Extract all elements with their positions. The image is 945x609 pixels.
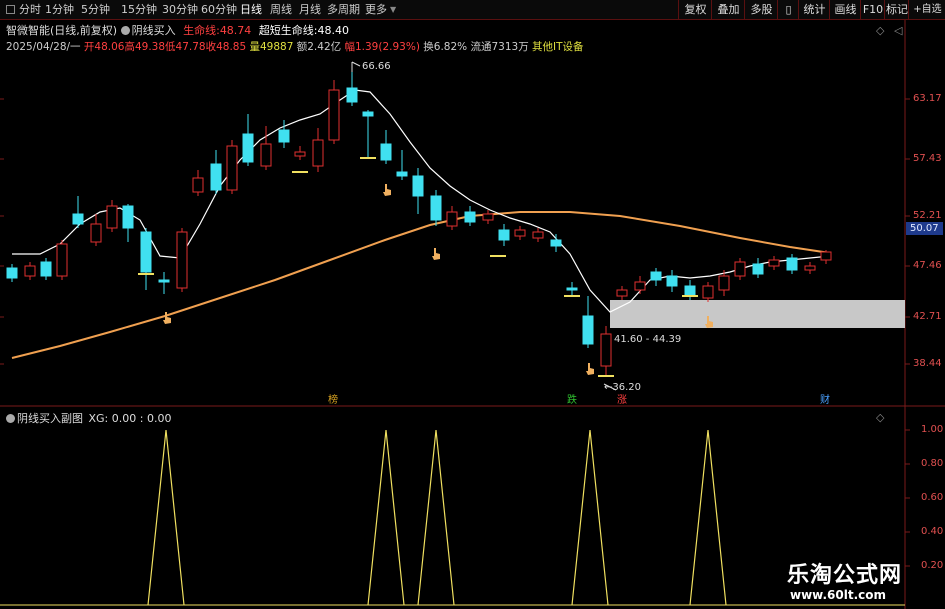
y-tick: 47.46 xyxy=(913,260,942,271)
candle-body[interactable] xyxy=(514,229,526,237)
candle-body[interactable] xyxy=(412,175,424,197)
hand-signal-icon xyxy=(432,248,440,260)
high-price-label: 66.66 xyxy=(362,61,391,72)
candlesticks xyxy=(6,70,832,377)
candle-body[interactable] xyxy=(616,289,628,297)
candle-body[interactable] xyxy=(362,111,374,117)
hand-signal-icon xyxy=(383,184,391,196)
sub-chart-header: 阴线买入副图 XG: 0.00 : 0.00 xyxy=(6,410,171,426)
sub-y-tick: 0.20 xyxy=(921,560,944,571)
xg-signal-spikes xyxy=(0,429,905,606)
xg-spike xyxy=(147,429,185,606)
candle-body[interactable] xyxy=(752,263,764,275)
candle-body[interactable] xyxy=(312,139,324,167)
candle-body[interactable] xyxy=(210,163,222,191)
watermark-url: www.60lt.com xyxy=(790,588,887,602)
event-marker-fall[interactable]: 跌 xyxy=(567,391,577,406)
hand-signal-icon xyxy=(163,312,171,324)
candle-body[interactable] xyxy=(346,87,358,103)
candle-body[interactable] xyxy=(684,285,696,297)
candle-body[interactable] xyxy=(176,231,188,289)
sub-y-tick: 0.80 xyxy=(921,458,944,469)
candle-body[interactable] xyxy=(820,251,832,261)
candle-body[interactable] xyxy=(122,205,134,229)
candle-body[interactable] xyxy=(328,89,340,141)
candle-body[interactable] xyxy=(702,285,714,299)
y-tick: 38.44 xyxy=(913,358,942,369)
candle-body[interactable] xyxy=(90,223,102,243)
event-marker-rise[interactable]: 涨 xyxy=(617,391,627,406)
candle-body[interactable] xyxy=(242,133,254,163)
xg-label: XG: 0.00 : 0.00 xyxy=(88,412,172,425)
candle-body[interactable] xyxy=(40,261,52,277)
candle-body[interactable] xyxy=(106,205,118,229)
candle-body[interactable] xyxy=(278,129,290,143)
candle-body[interactable] xyxy=(380,143,392,161)
candle-body[interactable] xyxy=(396,171,408,177)
y-tick: 63.17 xyxy=(913,93,942,104)
candle-body[interactable] xyxy=(294,151,306,157)
y-tick: 42.71 xyxy=(913,311,942,322)
watermark-title: 乐淘公式网 xyxy=(787,563,903,588)
hand-signal-icon xyxy=(705,316,713,328)
candle-body[interactable] xyxy=(498,229,510,241)
candle-body[interactable] xyxy=(804,265,816,271)
current-price-badge: 50.07 xyxy=(906,222,943,235)
chart-area xyxy=(0,20,945,609)
y-tick: 52.21 xyxy=(913,210,942,221)
life-line-curve xyxy=(11,211,831,359)
candle-body[interactable] xyxy=(600,333,612,367)
candle-body[interactable] xyxy=(566,287,578,291)
candle-body[interactable] xyxy=(718,275,730,291)
candle-body[interactable] xyxy=(532,231,544,239)
range-label: 41.60 - 44.39 xyxy=(614,334,682,345)
xg-spike xyxy=(417,429,455,606)
candle-body[interactable] xyxy=(226,145,238,191)
candle-body[interactable] xyxy=(56,243,68,277)
candle-body[interactable] xyxy=(786,257,798,271)
candle-body[interactable] xyxy=(482,213,494,221)
super-life-line-curve xyxy=(12,89,831,313)
event-marker-rank[interactable]: 榜 xyxy=(328,391,338,406)
y-tick: 57.43 xyxy=(913,153,942,164)
sub-chart-title[interactable]: 阴线买入副图 xyxy=(17,412,83,425)
candle-body[interactable] xyxy=(446,211,458,227)
candle-body[interactable] xyxy=(6,267,18,279)
candle-body[interactable] xyxy=(260,143,272,167)
candle-body[interactable] xyxy=(768,259,780,267)
candle-body[interactable] xyxy=(430,195,442,221)
support-zone xyxy=(610,300,905,328)
sub-y-tick: 0.60 xyxy=(921,492,944,503)
candle-body[interactable] xyxy=(464,211,476,223)
candle-body[interactable] xyxy=(634,281,646,291)
candle-body[interactable] xyxy=(550,239,562,247)
xg-spike xyxy=(689,429,727,606)
candle-body[interactable] xyxy=(140,231,152,273)
sub-y-tick: 0.40 xyxy=(921,526,944,537)
event-marker-finance[interactable]: 财 xyxy=(820,391,830,406)
sub-settings-dot-icon[interactable] xyxy=(6,414,15,423)
candle-body[interactable] xyxy=(24,265,36,277)
candle-body[interactable] xyxy=(582,315,594,345)
candle-body[interactable] xyxy=(666,275,678,287)
xg-spike xyxy=(571,429,609,606)
xg-spike xyxy=(367,429,405,606)
candle-body[interactable] xyxy=(72,213,84,225)
candle-body[interactable] xyxy=(650,271,662,281)
sub-y-tick: 1.00 xyxy=(921,424,944,435)
hand-signal-icon xyxy=(586,363,594,375)
candle-body[interactable] xyxy=(734,261,746,277)
candle-body[interactable] xyxy=(158,279,170,283)
candle-body[interactable] xyxy=(192,177,204,193)
